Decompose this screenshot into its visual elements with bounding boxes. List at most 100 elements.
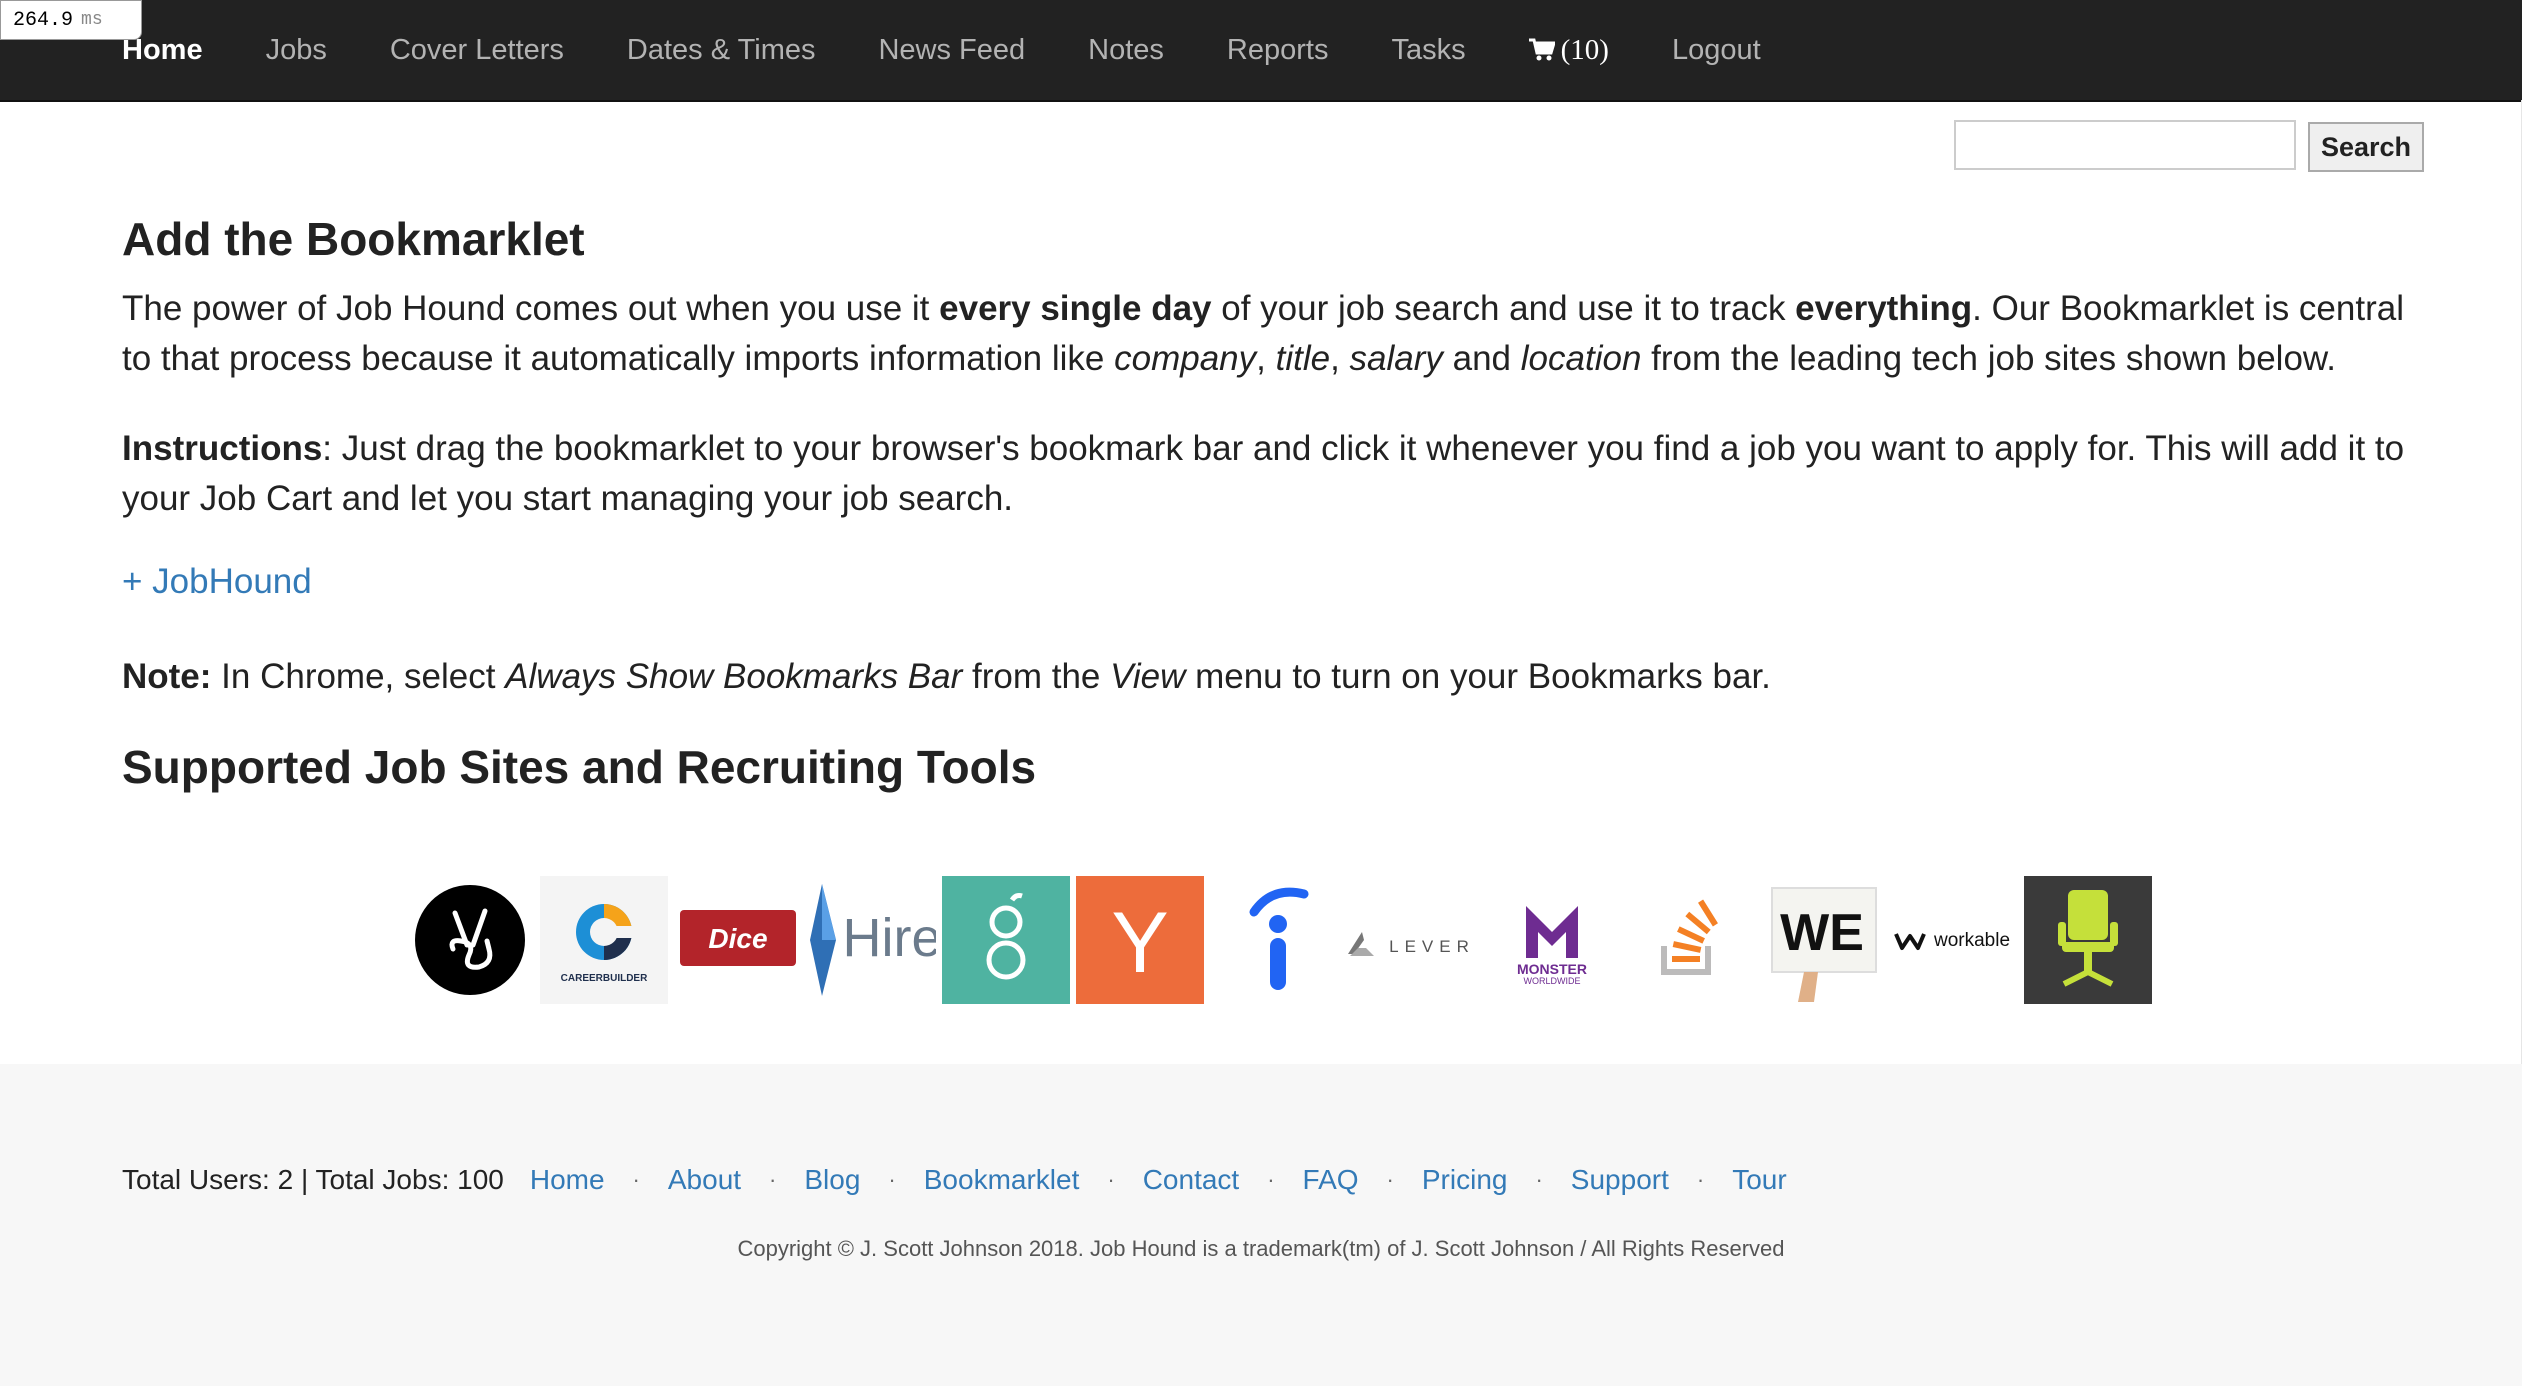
ycombinator-text: Y <box>1111 895 1168 991</box>
greenhouse-logo[interactable] <box>942 876 1070 1004</box>
note-italic-2: View <box>1110 657 1186 696</box>
chrome-note: Note: In Chrome, select Always Show Book… <box>122 652 1771 702</box>
footer-separator: · <box>632 1167 640 1192</box>
note-text-2: from the <box>962 657 1111 696</box>
instructions-paragraph: Instructions: Just drag the bookmarklet … <box>122 424 2422 524</box>
indeed-icon <box>1249 887 1309 990</box>
chair-icon <box>2058 890 2118 987</box>
footer-separator: · <box>1535 1167 1543 1192</box>
monster-text: MONSTER <box>1517 961 1587 977</box>
intro-bold-2: everything <box>1795 289 1973 328</box>
intro-paragraph: The power of Job Hound comes out when yo… <box>122 284 2422 384</box>
nav-dates-times[interactable]: Dates & Times <box>627 34 816 67</box>
nav-news-feed[interactable]: News Feed <box>878 34 1025 67</box>
supported-sites-heading: Supported Job Sites and Recruiting Tools <box>122 741 1037 793</box>
cart-count: (10) <box>1560 33 1609 66</box>
dice-logo[interactable]: Dice <box>674 876 802 1004</box>
chair-logo[interactable] <box>2024 876 2152 1004</box>
dice-text: Dice <box>708 923 767 954</box>
search-button[interactable]: Search <box>2308 122 2424 172</box>
jobhound-bookmarklet-link[interactable]: + JobHound <box>122 562 312 602</box>
footer-separator: · <box>1267 1167 1275 1192</box>
workable-text: workable <box>1933 930 2010 951</box>
footer-link-about[interactable]: About <box>668 1164 741 1196</box>
nav-jobs[interactable]: Jobs <box>266 34 327 67</box>
footer-link-faq[interactable]: FAQ <box>1303 1164 1359 1196</box>
monster-logo[interactable]: MONSTER WORLDWIDE <box>1488 876 1616 1004</box>
note-italic-1: Always Show Bookmarks Bar <box>505 657 963 696</box>
hired-text: Hire <box>842 908 936 968</box>
footer-link-bookmarklet[interactable]: Bookmarklet <box>924 1164 1080 1196</box>
nav-tasks[interactable]: Tasks <box>1391 34 1465 67</box>
top-navbar: Home Jobs Cover Letters Dates & Times Ne… <box>0 0 2522 102</box>
lever-icon: LEVER <box>1348 932 1475 956</box>
nav-cover-letters[interactable]: Cover Letters <box>390 34 564 67</box>
render-timing-badge: 264.9 ms <box>0 0 142 40</box>
stackoverflow-logo[interactable] <box>1622 876 1750 1004</box>
intro-italic-company: company <box>1114 339 1257 378</box>
footer-stats: Total Users: 2 | Total Jobs: 100 <box>122 1164 504 1195</box>
instructions-label: Instructions <box>122 429 323 468</box>
footer-link-contact[interactable]: Contact <box>1143 1164 1240 1196</box>
intro-italic-salary: salary <box>1349 339 1443 378</box>
search-input[interactable] <box>1954 120 2296 170</box>
note-text-3: menu to turn on your Bookmarks bar. <box>1185 657 1771 696</box>
intro-text-5: , <box>1330 339 1350 378</box>
careerbuilder-logo[interactable]: CAREERBUILDER <box>540 876 668 1004</box>
nav-links: Home Jobs Cover Letters Dates & Times Ne… <box>122 0 1824 100</box>
indeed-logo[interactable] <box>1210 876 1338 1004</box>
weworkremotely-logo[interactable]: WE <box>1756 876 1884 1004</box>
dice-icon: Dice <box>680 910 796 966</box>
intro-italic-title: title <box>1275 339 1331 378</box>
nav-notes[interactable]: Notes <box>1088 34 1164 67</box>
hired-icon: Hire <box>810 884 936 996</box>
intro-text-1: The power of Job Hound comes out when yo… <box>122 289 940 328</box>
intro-text-2: of your job search and use it to track <box>1211 289 1796 328</box>
footer-separator: · <box>1107 1167 1115 1192</box>
monster-subtext: WORLDWIDE <box>1524 976 1581 986</box>
intro-bold-1: every single day <box>939 289 1212 328</box>
note-text-1: In Chrome, select <box>211 657 506 696</box>
weworkremotely-text: WE <box>1780 904 1864 962</box>
footer-separator: · <box>888 1167 896 1192</box>
nav-reports[interactable]: Reports <box>1227 34 1329 67</box>
hired-logo[interactable]: Hire <box>808 876 936 1004</box>
note-label: Note: <box>122 657 212 696</box>
ycombinator-icon: Y <box>1111 895 1168 991</box>
timing-unit: ms <box>81 10 103 30</box>
lever-text: LEVER <box>1389 937 1475 956</box>
lever-logo[interactable]: LEVER <box>1344 876 1482 1004</box>
footer-separator: · <box>1386 1167 1394 1192</box>
monster-icon: MONSTER WORLDWIDE <box>1517 906 1587 986</box>
footer-nav: Total Users: 2 | Total Jobs: 100 Home · … <box>122 1164 1787 1196</box>
nav-cart[interactable]: (10) <box>1528 33 1609 67</box>
greenhouse-icon <box>986 893 1026 980</box>
copyright-text: Copyright © J. Scott Johnson 2018. Job H… <box>737 1236 1785 1261</box>
footer-link-pricing[interactable]: Pricing <box>1422 1164 1508 1196</box>
right-scrollbar[interactable] <box>2521 100 2530 1386</box>
workable-logo[interactable]: workable <box>1890 876 2018 1004</box>
footer-link-blog[interactable]: Blog <box>804 1164 860 1196</box>
timing-value: 264.9 <box>13 8 74 32</box>
shopping-cart-icon <box>1528 38 1555 61</box>
footer-link-support[interactable]: Support <box>1571 1164 1669 1196</box>
angellist-logo[interactable] <box>406 876 534 1004</box>
stackoverflow-icon <box>1661 899 1718 975</box>
footer-link-home[interactable]: Home <box>530 1164 605 1196</box>
intro-text-6: and <box>1442 339 1521 378</box>
footer-link-tour[interactable]: Tour <box>1732 1164 1786 1196</box>
bookmarklet-heading: Add the Bookmarklet <box>122 213 585 265</box>
page-footer: Total Users: 2 | Total Jobs: 100 Home · … <box>0 1064 2522 1386</box>
footer-separator: · <box>1696 1167 1705 1192</box>
instructions-text: : Just drag the bookmarklet to your brow… <box>122 429 2405 518</box>
intro-italic-location: location <box>1520 339 1642 378</box>
careerbuilder-text: CAREERBUILDER <box>561 973 648 984</box>
ycombinator-logo[interactable]: Y <box>1076 876 1204 1004</box>
workable-icon: workable <box>1894 930 2010 951</box>
angellist-icon <box>415 885 525 995</box>
weworkremotely-icon: WE <box>1771 887 1877 1002</box>
careerbuilder-icon: CAREERBUILDER <box>561 904 648 984</box>
nav-logout[interactable]: Logout <box>1672 34 1761 67</box>
intro-text-7: from the leading tech job sites shown be… <box>1641 339 2336 378</box>
supported-logos-row: CAREERBUILDER Dice Hire Y LEVER MONSTER … <box>406 876 2158 1004</box>
